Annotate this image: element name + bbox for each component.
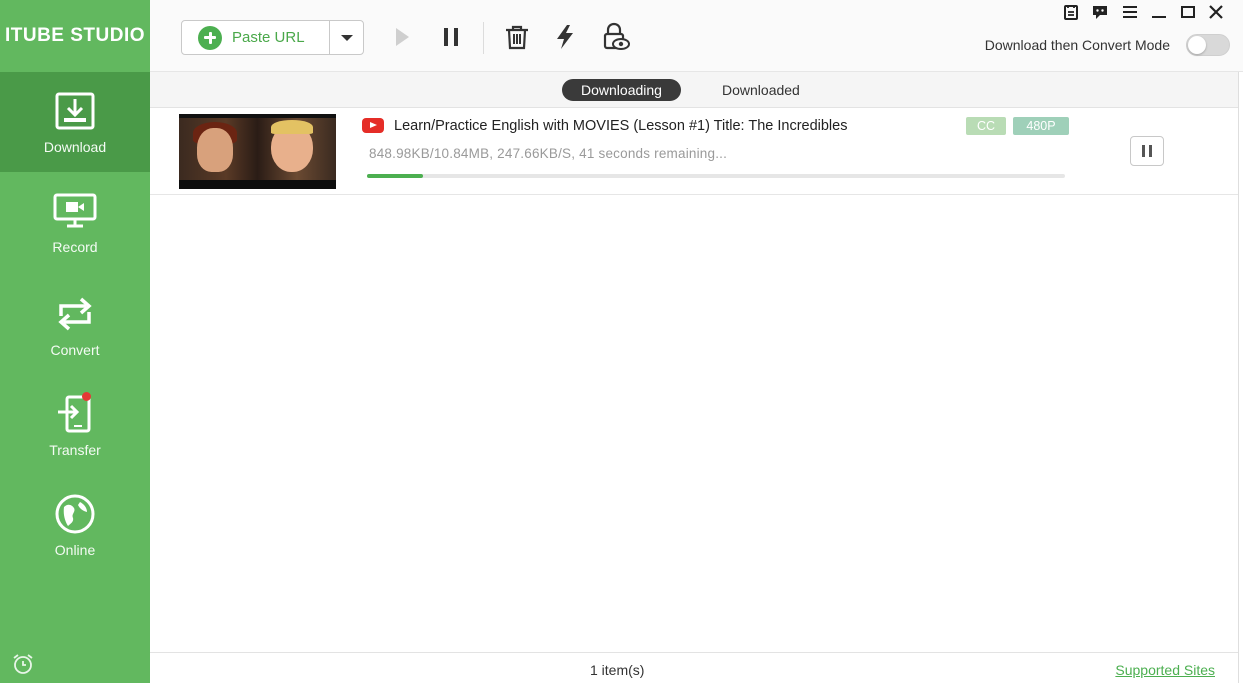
convert-icon [53,292,97,336]
app-brand: ITUBE STUDIO [4,25,146,46]
sidebar-item-record[interactable]: Record [0,172,150,272]
toggle-knob [1188,36,1206,54]
paste-url-group: Paste URL [181,20,364,55]
pause-all-button[interactable] [436,22,466,52]
download-icon [53,89,97,133]
cc-tag: CC [966,117,1006,135]
sidebar-item-label: Record [52,239,98,255]
sidebar-item-transfer[interactable]: Transfer [0,375,150,475]
register-icon [1064,5,1078,20]
item-count: 1 item(s) [590,662,645,678]
pause-icon [444,28,458,46]
sidebar-item-convert[interactable]: Convert [0,275,150,375]
sidebar: ITUBE STUDIO Download Record Convert Tra… [0,0,150,683]
lock-eye-icon [603,22,630,50]
toolbar-divider [483,22,484,54]
youtube-icon [362,118,384,133]
notification-badge [82,392,91,401]
list-item[interactable]: Learn/Practice English with MOVIES (Less… [150,108,1238,195]
paste-url-label: Paste URL [232,29,305,46]
tab-downloaded[interactable]: Downloaded [703,79,819,101]
right-border [1238,72,1243,683]
sidebar-item-label: Transfer [49,442,101,458]
paste-url-dropdown[interactable] [329,21,363,54]
close-icon [1209,5,1223,19]
sidebar-item-label: Download [43,139,107,155]
feedback-button[interactable] [1090,2,1110,22]
paste-url-button[interactable]: Paste URL [182,21,329,54]
chevron-down-icon [340,34,353,41]
menu-button[interactable] [1120,2,1140,22]
sidebar-item-label: Convert [50,342,100,358]
play-icon [396,28,409,46]
register-button[interactable] [1061,2,1081,22]
transfer-icon [53,392,97,436]
play-button[interactable] [387,22,417,52]
pause-download-button[interactable] [1130,136,1164,166]
sidebar-item-label: Online [54,542,96,558]
video-title: Learn/Practice English with MOVIES (Less… [394,118,848,134]
resolution-tag: 480P [1013,117,1069,135]
convert-mode-toggle[interactable] [1186,34,1230,56]
pause-icon [1142,145,1152,157]
tabs-bar: Downloading Downloaded [150,72,1243,108]
feedback-icon [1093,6,1107,19]
progress-status: 848.98KB/10.84MB, 247.66KB/S, 41 seconds… [369,146,728,161]
progress-bar [367,174,1065,178]
progress-fill [367,174,423,178]
plus-circle-icon [198,25,222,50]
lightning-icon [557,25,573,49]
record-screen-icon [53,189,97,233]
maximize-button[interactable] [1178,2,1198,22]
video-thumbnail [179,114,336,189]
convert-mode-label: Download then Convert Mode [984,37,1170,53]
toolbar: Paste URL Download then Convert Mode [150,0,1243,72]
minimize-button[interactable] [1149,2,1169,22]
turbo-mode-button[interactable] [550,22,580,52]
globe-icon [53,492,97,536]
status-bar: 1 item(s) Supported Sites [150,652,1238,683]
trash-icon [506,25,528,50]
menu-icon [1123,6,1137,18]
alarm-clock-icon[interactable] [11,652,35,676]
private-mode-button[interactable] [601,22,631,52]
delete-button[interactable] [502,22,532,52]
close-button[interactable] [1206,2,1226,22]
minimize-icon [1152,16,1166,18]
tab-downloading[interactable]: Downloading [562,79,681,101]
sidebar-item-download[interactable]: Download [0,72,150,172]
supported-sites-link[interactable]: Supported Sites [1115,662,1215,678]
maximize-icon [1181,6,1195,18]
sidebar-item-online[interactable]: Online [0,475,150,575]
